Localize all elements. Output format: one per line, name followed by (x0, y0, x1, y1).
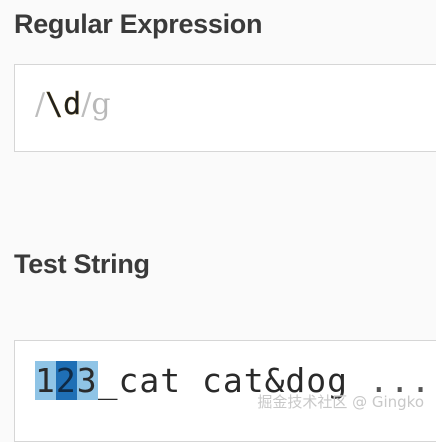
regex-flags[interactable]: g (91, 87, 110, 122)
match-highlight: 2 (55, 361, 77, 400)
test-string-title: Test String (14, 249, 150, 279)
regex-input[interactable]: /\d/g (14, 64, 436, 152)
regex-open-delimiter: / (35, 87, 46, 122)
regex-section-title: Regular Expression (14, 9, 263, 39)
regex-close-delimiter: / (81, 87, 92, 122)
regex-pattern: \d (45, 87, 82, 122)
match-highlight: 3 (76, 361, 98, 400)
watermark-text: 掘金技术社区 @ Gingko (257, 393, 424, 411)
match-highlight: 1 (35, 361, 56, 400)
regex-expression: /\d/g (35, 87, 111, 122)
